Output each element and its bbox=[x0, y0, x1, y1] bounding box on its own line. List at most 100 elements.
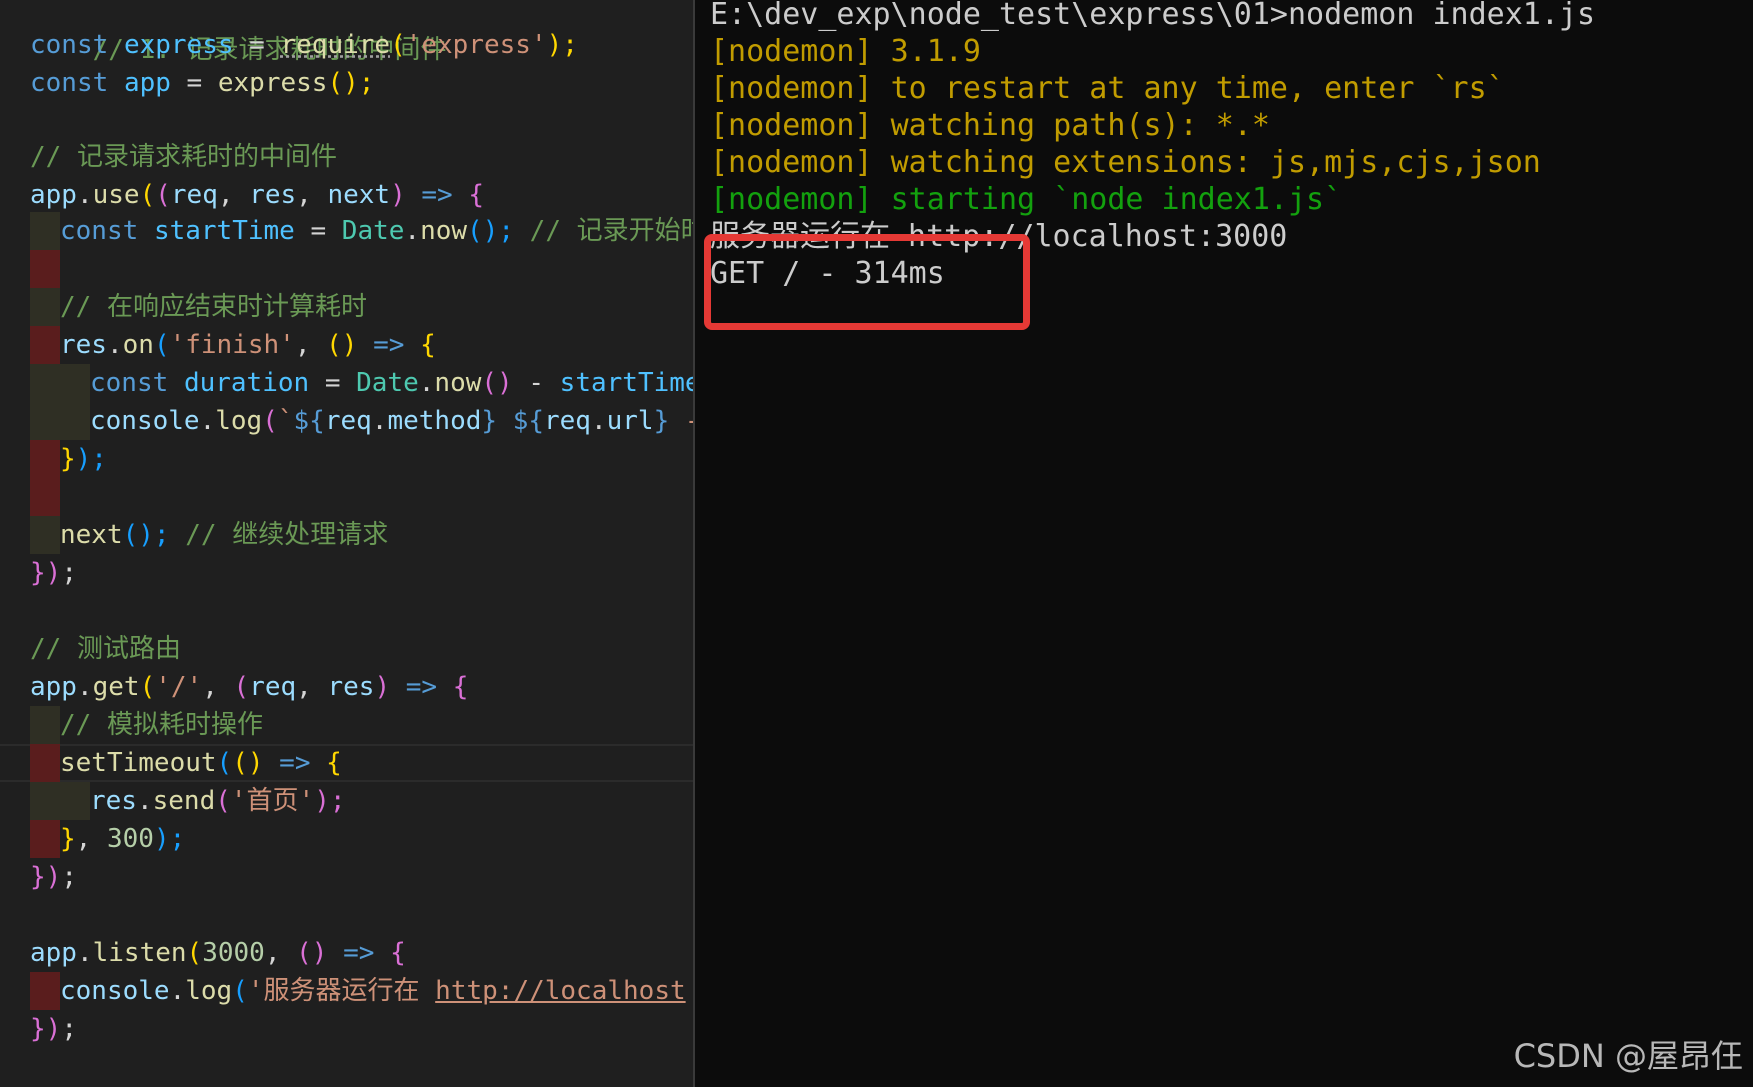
bracket: ) bbox=[390, 180, 406, 210]
parameter: res bbox=[249, 180, 297, 210]
comma: , bbox=[75, 824, 107, 854]
bracket: ); bbox=[546, 30, 578, 60]
class-name: Date bbox=[356, 368, 419, 398]
operator: = bbox=[233, 30, 281, 60]
identifier: app bbox=[30, 938, 77, 968]
string: '服务器运行在 bbox=[247, 976, 436, 1006]
dot: . bbox=[418, 368, 435, 398]
bracket: ( bbox=[215, 786, 231, 816]
bracket: ( bbox=[186, 938, 203, 968]
comma: , bbox=[217, 180, 250, 210]
function-name: setTimeout bbox=[60, 748, 217, 778]
code-line: // 记录请求耗时的中间件 bbox=[30, 138, 337, 176]
template-expr: ${ bbox=[512, 406, 544, 436]
class-name: Date bbox=[341, 216, 405, 246]
indent-guide bbox=[30, 440, 60, 478]
number: 300 bbox=[106, 824, 154, 854]
indent-guide bbox=[30, 744, 60, 782]
dot: . bbox=[76, 938, 93, 968]
indent-guide bbox=[30, 212, 60, 250]
code-line: }); bbox=[30, 1010, 77, 1048]
indent-guide bbox=[30, 516, 60, 554]
indent-guide bbox=[30, 288, 60, 326]
dot: . bbox=[106, 330, 123, 360]
template-expr: } bbox=[653, 406, 670, 436]
terminal-output-line: [nodemon] to restart at any time, enter … bbox=[710, 71, 1505, 106]
indent-guide bbox=[30, 782, 60, 820]
url-link[interactable]: http://localhost bbox=[435, 976, 685, 1006]
dot: . bbox=[76, 180, 93, 210]
identifier: express bbox=[123, 30, 234, 60]
terminal-panel[interactable]: E:\dev_exp\node_test\express\01>nodemon … bbox=[695, 0, 1753, 1087]
bracket: ( bbox=[155, 180, 171, 210]
bracket: ( bbox=[216, 748, 233, 778]
semicolon: ; bbox=[61, 1014, 77, 1044]
dot: . bbox=[169, 976, 186, 1006]
bracket: ( bbox=[262, 406, 278, 436]
indent-guide bbox=[30, 364, 60, 402]
code-line: res.on('finish', () => { bbox=[60, 326, 436, 364]
identifier: console bbox=[60, 976, 170, 1006]
indent-guide bbox=[60, 364, 90, 402]
bracket: ) bbox=[374, 672, 391, 702]
brace: } bbox=[60, 444, 76, 474]
identifier: req bbox=[544, 406, 591, 436]
bracket: () bbox=[326, 330, 358, 360]
function-name: use bbox=[92, 180, 140, 210]
bracket: ); bbox=[314, 786, 346, 816]
code-line: // 测试路由 bbox=[30, 630, 181, 668]
code-line: const app = express(); bbox=[30, 64, 374, 102]
function-name: require bbox=[280, 30, 391, 60]
semicolon: ; bbox=[61, 862, 77, 892]
template-string: - bbox=[669, 406, 693, 436]
template-string: ` bbox=[277, 406, 294, 436]
code-editor[interactable]: // 1. 记录请求耗时的中间件 const express = require… bbox=[0, 0, 693, 1087]
operator: = bbox=[309, 368, 357, 398]
indent-guide bbox=[30, 820, 60, 858]
brace: }) bbox=[30, 862, 62, 892]
dot: . bbox=[371, 406, 388, 436]
function-name: now bbox=[434, 368, 482, 398]
identifier: duration bbox=[183, 368, 310, 398]
code-line: }); bbox=[60, 440, 107, 478]
code-line: const startTime = Date.now(); // 记录开始时 bbox=[60, 212, 693, 250]
string: 'finish' bbox=[169, 330, 295, 360]
arrow: => bbox=[357, 330, 421, 360]
identifier: startTime bbox=[153, 216, 295, 246]
comma: , bbox=[264, 938, 297, 968]
code-line: // 模拟耗时操作 bbox=[60, 706, 263, 744]
identifier: console bbox=[90, 406, 200, 436]
identifier: res bbox=[90, 786, 137, 816]
template-string bbox=[497, 406, 513, 436]
identifier: app bbox=[30, 672, 77, 702]
bracket: ( bbox=[139, 672, 156, 702]
brace: } bbox=[60, 824, 76, 854]
string: '/' bbox=[155, 672, 203, 702]
semicolon: ; bbox=[61, 558, 77, 588]
function-name: get bbox=[92, 672, 140, 702]
bracket: ( bbox=[233, 672, 250, 702]
comma: , bbox=[294, 330, 327, 360]
dot: . bbox=[136, 786, 153, 816]
operator: = bbox=[170, 68, 218, 98]
brace: { bbox=[420, 330, 436, 360]
bracket: ); bbox=[153, 824, 186, 854]
string: '首页' bbox=[230, 786, 315, 816]
code-line: app.get('/', (req, res) => { bbox=[30, 668, 468, 706]
bracket: ( bbox=[139, 180, 156, 210]
bracket: ( bbox=[232, 976, 248, 1006]
code-line: app.use((req, res, next) => { bbox=[30, 176, 484, 214]
brace: { bbox=[468, 180, 485, 210]
template-expr: } bbox=[481, 406, 498, 436]
keyword: const bbox=[30, 68, 109, 98]
function-name: listen bbox=[92, 938, 187, 968]
parameter: res bbox=[327, 672, 375, 702]
comment: // 测试路由 bbox=[30, 634, 181, 664]
dot: . bbox=[404, 216, 421, 246]
comment: // 模拟耗时操作 bbox=[60, 710, 263, 740]
code-line: const duration = Date.now() - startTime bbox=[90, 364, 693, 402]
comment: // 记录开始时 bbox=[529, 216, 693, 246]
